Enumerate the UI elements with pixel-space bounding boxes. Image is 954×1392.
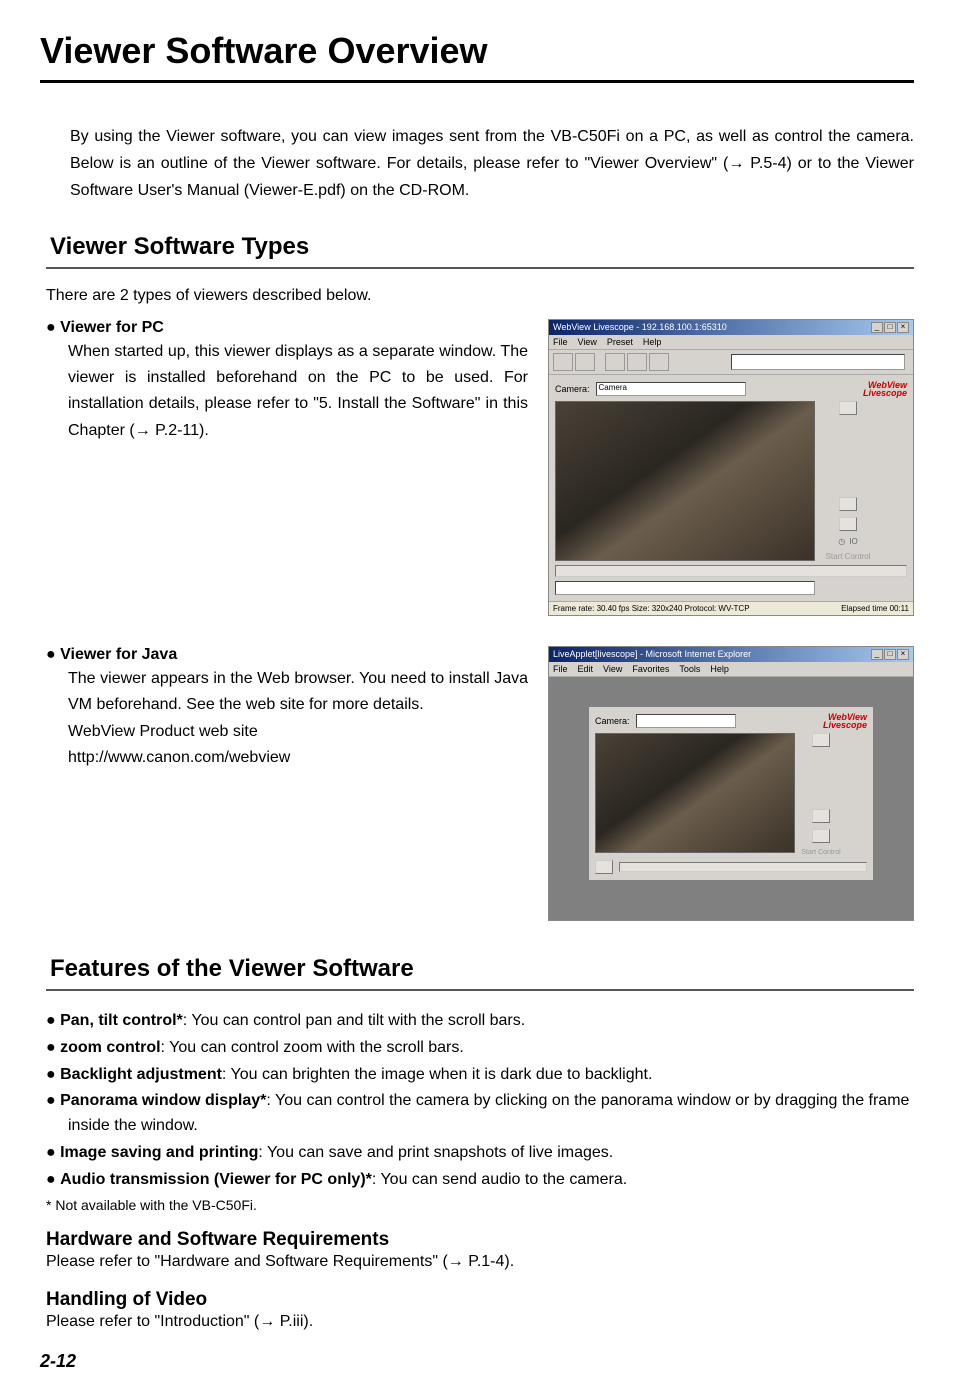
menu-edit: Edit (578, 664, 594, 674)
panorama-icon (839, 497, 857, 511)
maximize-icon: □ (884, 649, 896, 660)
feature-item: ● Pan, tilt control*: You can control pa… (46, 1009, 914, 1034)
menu-view: View (603, 664, 622, 674)
browser-menubar: File Edit View Favorites Tools Help (549, 662, 913, 677)
toolbar-button (605, 353, 625, 371)
viewer-java-heading: ● Viewer for Java (46, 646, 528, 664)
pan-scrollbar (555, 565, 907, 577)
viewer-java-body-2: WebView Product web site (68, 719, 528, 745)
toolbar-button (627, 353, 647, 371)
types-intro: There are 2 types of viewers described b… (46, 287, 914, 305)
close-icon: × (897, 649, 909, 660)
video-preview (595, 733, 795, 853)
viewer-java-body-1: The viewer appears in the Web browser. Y… (68, 666, 528, 719)
toolbar-button (553, 353, 573, 371)
io-label: IO (849, 537, 857, 546)
status-right: Elapsed time 00:11 (841, 604, 909, 613)
browser-title: LiveApplet[livescope] - Microsoft Intern… (553, 649, 751, 659)
section-heading-features: Features of the Viewer Software (46, 951, 914, 991)
viewer-pc-heading: ● Viewer for PC (46, 319, 528, 337)
status-left: Frame rate: 30.40 fps Size: 320x240 Prot… (553, 604, 750, 613)
section-heading-types: Viewer Software Types (46, 229, 914, 269)
zoom-icon (839, 401, 857, 415)
status-bar: Frame rate: 30.40 fps Size: 320x240 Prot… (549, 601, 913, 615)
page-title: Viewer Software Overview (40, 30, 914, 72)
feature-list: ● Pan, tilt control*: You can control pa… (46, 1009, 914, 1193)
camera-label: Camera: (595, 716, 630, 726)
zoom-icon (812, 733, 830, 747)
intro-paragraph: By using the Viewer software, you can vi… (70, 123, 914, 205)
menu-file: File (553, 337, 568, 347)
page-number: 2-12 (40, 1351, 914, 1372)
feature-item: ● Backlight adjustment: You can brighten… (46, 1063, 914, 1088)
browser-titlebar: LiveApplet[livescope] - Microsoft Intern… (549, 647, 913, 662)
screenshot-viewer-java: LiveApplet[livescope] - Microsoft Intern… (548, 646, 914, 921)
camera-select: Camera (596, 382, 746, 396)
feature-item: ● Image saving and printing: You can sav… (46, 1141, 914, 1166)
maximize-icon: □ (884, 322, 896, 333)
sub-body-video: Please refer to "Introduction" (→ P.iii)… (46, 1313, 914, 1331)
camera-label: Camera: (555, 384, 590, 394)
audio-icon (595, 860, 613, 874)
webview-logo: WebView Livescope (863, 381, 907, 397)
menu-preset: Preset (607, 337, 633, 347)
bottom-combo (555, 581, 815, 595)
start-control-label: Start Control (801, 849, 840, 856)
feature-note: * Not available with the VB-C50Fi. (46, 1197, 914, 1213)
toolbar-button (649, 353, 669, 371)
camera-select (636, 714, 736, 728)
viewer-pc-body: When started up, this viewer displays as… (68, 339, 528, 445)
clock-icon: ◷ (838, 537, 845, 546)
minimize-icon: _ (871, 322, 883, 333)
menu-favorites: Favorites (632, 664, 669, 674)
menu-view: View (578, 337, 597, 347)
feature-item: ● Panorama window display*: You can cont… (46, 1089, 914, 1139)
close-icon: × (897, 322, 909, 333)
sub-heading-hardware: Hardware and Software Requirements (46, 1229, 914, 1251)
panorama-icon (812, 809, 830, 823)
start-control-label: Start Control (826, 552, 871, 561)
toolbar (549, 350, 913, 375)
menubar: File View Preset Help (549, 335, 913, 350)
feature-item: ● zoom control: You can control zoom wit… (46, 1036, 914, 1061)
feature-item: ● Audio transmission (Viewer for PC only… (46, 1168, 914, 1193)
menu-help: Help (643, 337, 662, 347)
toolbar-combo (731, 354, 905, 370)
screenshot-viewer-pc: WebView Livescope - 192.168.100.1:65310 … (548, 319, 914, 616)
webview-logo: WebView Livescope (823, 713, 867, 729)
menu-tools: Tools (679, 664, 700, 674)
sub-heading-video: Handling of Video (46, 1289, 914, 1311)
pan-scrollbar (619, 862, 867, 872)
minimize-icon: _ (871, 649, 883, 660)
menu-help: Help (710, 664, 729, 674)
title-divider (40, 80, 914, 83)
backlight-icon (812, 829, 830, 843)
viewer-java-url: http://www.canon.com/webview (68, 745, 528, 771)
window-titlebar: WebView Livescope - 192.168.100.1:65310 … (549, 320, 913, 335)
menu-file: File (553, 664, 568, 674)
window-title: WebView Livescope - 192.168.100.1:65310 (553, 322, 727, 332)
toolbar-button (575, 353, 595, 371)
backlight-icon (839, 517, 857, 531)
video-preview (555, 401, 815, 561)
sub-body-hardware: Please refer to "Hardware and Software R… (46, 1253, 914, 1271)
